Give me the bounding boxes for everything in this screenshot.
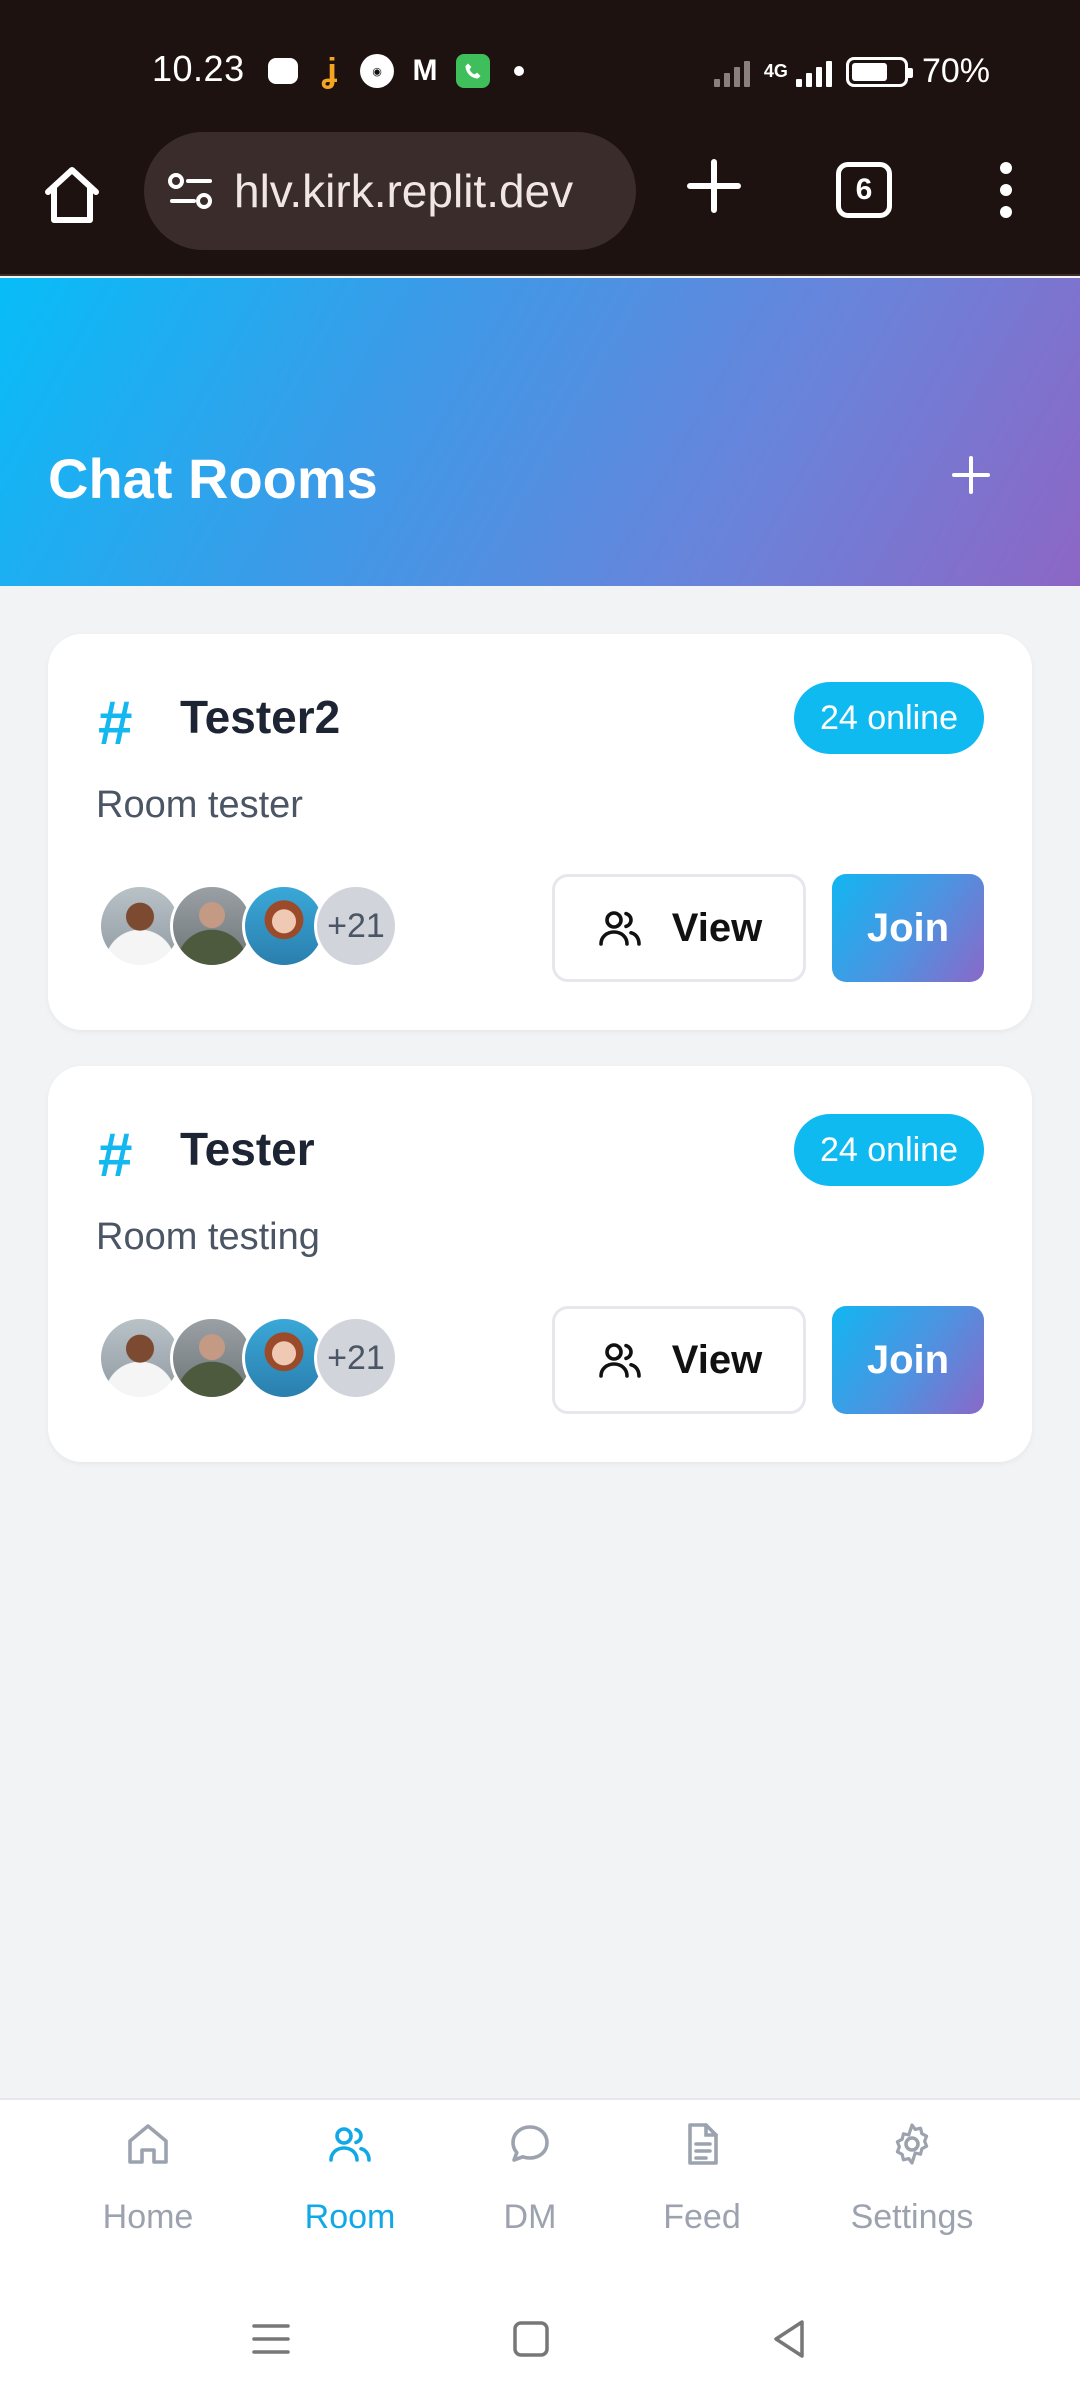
nav-feed[interactable]: Feed [612, 2120, 792, 2237]
nav-room[interactable]: Room [260, 2120, 440, 2237]
room-name: Tester2 [180, 691, 341, 743]
nav-label: DM [503, 2198, 557, 2236]
chat-bubble-icon [511, 2125, 549, 2162]
system-navigation-bar [0, 2278, 1080, 2400]
add-room-icon[interactable] [946, 450, 996, 500]
room-description: Room tester [96, 784, 303, 826]
member-avatars: +21 [98, 1316, 398, 1400]
nav-dm[interactable]: DM [440, 2120, 620, 2237]
view-room-button[interactable]: View [552, 1306, 806, 1414]
network-type: 4G [763, 61, 788, 81]
nav-home[interactable]: Home [58, 2120, 238, 2237]
room-card[interactable]: # Tester 24 online Room testing +21 View… [48, 1066, 1032, 1462]
home-icon[interactable] [42, 162, 102, 228]
extra-members-count: +21 [314, 884, 398, 968]
phone-icon [456, 54, 490, 88]
nav-settings[interactable]: Settings [822, 2120, 1002, 2237]
bottom-navigation: Home Room DM Feed Settings [0, 2098, 1080, 2278]
tab-switcher-button[interactable]: 6 [836, 162, 892, 218]
status-bar: 10.23 ʝ ◉ M 4G 70% [0, 0, 1080, 140]
join-room-button[interactable]: Join [832, 874, 984, 982]
more-options-icon[interactable] [996, 162, 1016, 218]
room-description: Room testing [96, 1216, 320, 1258]
hash-icon: # [98, 1121, 133, 1190]
more-notifications-dot [514, 66, 524, 76]
view-room-button[interactable]: View [552, 874, 806, 982]
url-text: hlv.kirk.replit.dev [234, 165, 574, 217]
home-icon [128, 2124, 168, 2164]
view-label: View [671, 905, 763, 950]
nav-label: Feed [663, 2198, 741, 2236]
gmail-icon: M [412, 54, 438, 87]
signal-sim2-icon [795, 57, 832, 87]
url-bar[interactable]: hlv.kirk.replit.dev [144, 132, 636, 250]
tab-count: 6 [855, 173, 873, 206]
app-header: Chat Rooms [0, 278, 1080, 586]
online-badge: 24 online [793, 682, 984, 754]
join-room-button[interactable]: Join [832, 1306, 984, 1414]
view-label: View [671, 1337, 763, 1382]
online-badge: 24 online [793, 1114, 984, 1186]
hash-icon: # [98, 689, 133, 758]
home-button-icon[interactable] [506, 2314, 556, 2364]
document-icon [688, 2123, 718, 2165]
member-avatars: +21 [98, 884, 398, 968]
page-title: Chat Rooms [48, 447, 378, 510]
room-card[interactable]: # Tester2 24 online Room tester +21 View… [48, 634, 1032, 1030]
notification-icons: ʝ ◉ M [268, 51, 524, 90]
wallet-icon [268, 58, 298, 84]
extra-members-count: +21 [314, 1316, 398, 1400]
status-time: 10.23 [152, 48, 245, 89]
nav-label: Home [102, 2198, 194, 2236]
users-icon [598, 1343, 641, 1378]
signal-sim1-icon [713, 57, 750, 87]
gear-icon [895, 2123, 929, 2165]
users-icon [598, 911, 641, 946]
site-settings-icon[interactable] [168, 171, 214, 211]
app-j-icon: ʝ [321, 51, 337, 90]
battery-icon [845, 56, 913, 87]
battery-percentage: 70% [921, 52, 990, 90]
new-tab-icon[interactable] [686, 158, 742, 214]
nav-label: Room [304, 2198, 396, 2236]
browser-toolbar: hlv.kirk.replit.dev 6 [0, 132, 1080, 276]
back-icon[interactable] [764, 2314, 814, 2364]
dana-icon: ◉ [360, 54, 394, 88]
recent-apps-icon[interactable] [246, 2314, 296, 2364]
users-icon [329, 2127, 371, 2162]
room-name: Tester [180, 1123, 315, 1175]
status-right: 4G 70% [713, 52, 990, 91]
nav-label: Settings [850, 2198, 974, 2236]
